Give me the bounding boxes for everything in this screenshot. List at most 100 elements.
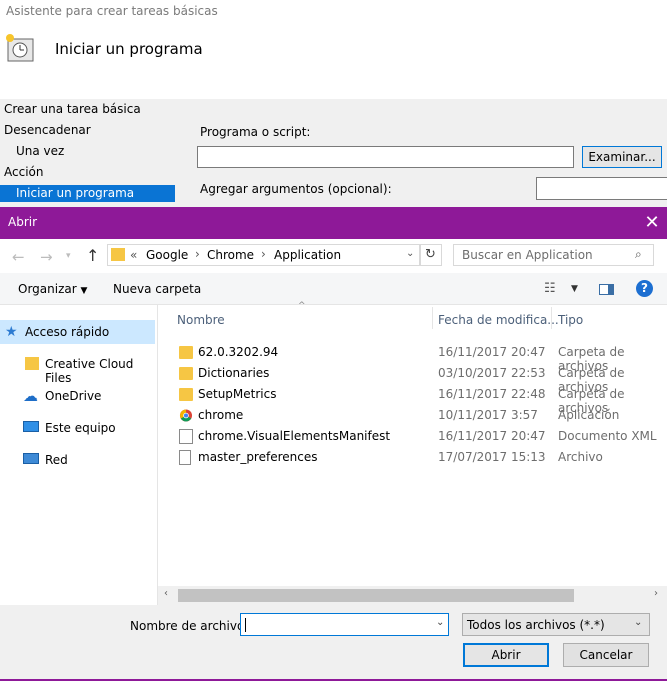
program-label: Programa o script: [200,125,311,139]
file-date: 16/11/2017 20:47 [438,345,546,359]
column-separator[interactable] [551,307,552,329]
nav-quick-access-label: Acceso rápido [25,325,110,339]
file-name: 62.0.3202.94 [198,345,279,359]
breadcrumb-separator-icon: › [261,247,266,261]
file-icon [179,450,191,465]
network-icon [23,453,39,464]
nav-this-pc-label: Este equipo [45,421,116,435]
open-file-dialog: Abrir ✕ ← → ▾ ↑ « Google › Chrome › Appl… [0,207,667,681]
breadcrumb-application[interactable]: Application [274,248,341,262]
dialog-title: Abrir [8,215,38,229]
recent-locations-chevron-icon[interactable]: ▾ [66,251,71,261]
breadcrumb-google[interactable]: Google [146,248,188,262]
xml-file-icon [179,429,193,444]
table-row[interactable]: chrome 10/11/2017 3:57 Aplicación [158,405,667,426]
back-arrow-icon[interactable]: ← [12,248,25,266]
table-row[interactable] [158,543,667,564]
nav-item-action[interactable]: Acción [4,165,43,179]
command-bar [0,273,667,305]
nav-item-once[interactable]: Una vez [16,144,64,158]
filetype-chevron-icon: ⌄ [634,617,643,628]
close-icon[interactable]: ✕ [640,211,664,235]
scrollbar-thumb[interactable] [178,589,574,602]
file-name: chrome [198,408,244,422]
file-type: Aplicación [558,408,620,422]
sort-ascending-icon: ^ [298,301,306,311]
file-name: master_preferences [198,450,318,464]
nav-creative-cloud-label: Creative Cloud Files [45,357,134,385]
filename-dropdown-chevron-icon[interactable]: ⌄ [436,617,444,628]
file-type: Documento XML [558,429,657,443]
help-icon[interactable]: ? [636,280,653,297]
cancel-button[interactable]: Cancelar [563,643,649,667]
table-row[interactable]: master_preferences 17/07/2017 15:13 Arch… [158,447,667,468]
nav-quick-access[interactable]: ★ Acceso rápido [5,324,110,340]
creative-cloud-folder-icon [25,357,39,370]
nav-item-create-task[interactable]: Crear una tarea básica [4,102,141,116]
search-placeholder: Buscar en Application [462,248,593,262]
breadcrumb-separator-icon: › [195,247,200,261]
file-date: 10/11/2017 3:57 [438,408,538,422]
navigation-pane: ★ Acceso rápido Creative Cloud Files ☁ O… [0,305,158,605]
up-arrow-icon[interactable]: ↑ [86,246,99,265]
folder-icon [111,248,125,261]
file-date: 03/10/2017 22:53 [438,366,546,380]
scroll-right-icon[interactable]: › [654,588,658,599]
file-type: Archivo [558,450,603,464]
computer-icon [23,421,39,432]
view-options-icon[interactable]: ☷ [544,281,556,296]
scroll-left-icon[interactable]: ‹ [164,588,168,599]
table-row[interactable]: chrome.VisualElementsManifest 16/11/2017… [158,426,667,447]
arguments-input[interactable] [536,177,667,200]
file-date: 16/11/2017 22:48 [438,387,546,401]
forward-arrow-icon[interactable]: → [40,248,53,266]
nav-creative-cloud[interactable]: Creative Cloud Files [25,357,157,385]
table-row[interactable]: SetupMetrics 16/11/2017 22:48 Carpeta de… [158,384,667,415]
refresh-icon[interactable]: ↻ [420,244,442,266]
preview-pane-icon[interactable] [599,284,614,295]
browse-button[interactable]: Examinar... [582,146,662,168]
file-list: ^ Nombre Fecha de modifica... Tipo 62.0.… [158,301,667,605]
file-date: 16/11/2017 20:47 [438,429,546,443]
program-input[interactable] [197,146,574,168]
column-header-name[interactable]: Nombre [177,313,225,327]
breadcrumb-chrome[interactable]: Chrome [207,248,254,262]
chrome-icon [179,409,193,422]
nav-item-start-program[interactable]: Iniciar un programa [16,186,134,200]
filename-input[interactable]: ⌄ [240,613,449,636]
organize-button[interactable]: Organizar ▼ [18,282,87,296]
text-cursor [245,618,246,632]
breadcrumb-overflow[interactable]: « [130,248,137,262]
address-dropdown-chevron-icon[interactable]: ⌄ [406,248,414,259]
view-dropdown-chevron-icon[interactable]: ▼ [571,284,578,294]
column-separator[interactable] [432,307,433,329]
organize-label: Organizar [18,282,77,296]
file-name: chrome.VisualElementsManifest [198,429,391,443]
address-bar[interactable]: « Google › Chrome › Application ⌄ [107,244,420,266]
table-row[interactable]: 62.0.3202.94 16/11/2017 20:47 Carpeta de… [158,342,667,373]
file-name: Dictionaries [198,366,270,380]
nav-this-pc[interactable]: Este equipo [23,421,116,435]
column-header-type[interactable]: Tipo [558,313,583,327]
nav-network[interactable]: Red [23,453,68,467]
dialog-titlebar [0,207,667,239]
filetype-select[interactable]: Todos los archivos (*.*) ⌄ [462,613,650,636]
folder-icon [179,367,193,380]
column-header-date[interactable]: Fecha de modifica... [438,313,559,327]
wizard-heading: Iniciar un programa [55,40,203,58]
arguments-label: Agregar argumentos (opcional): [200,182,392,196]
wizard-title: Asistente para crear tareas básicas [6,4,218,18]
new-folder-button[interactable]: Nueva carpeta [113,282,201,296]
star-icon: ★ [5,324,18,340]
file-date: 17/07/2017 15:13 [438,450,546,464]
search-icon[interactable]: ⌕ [635,247,642,262]
nav-onedrive-label: OneDrive [45,389,102,403]
nav-onedrive[interactable]: ☁ OneDrive [23,387,102,405]
folder-icon [179,346,193,359]
open-button[interactable]: Abrir [463,643,549,667]
table-row[interactable]: Dictionaries 03/10/2017 22:53 Carpeta de… [158,363,667,394]
folder-icon [179,388,193,401]
file-name: SetupMetrics [198,387,277,401]
search-input[interactable]: Buscar en Application ⌕ [453,244,654,266]
nav-item-trigger[interactable]: Desencadenar [4,123,91,137]
